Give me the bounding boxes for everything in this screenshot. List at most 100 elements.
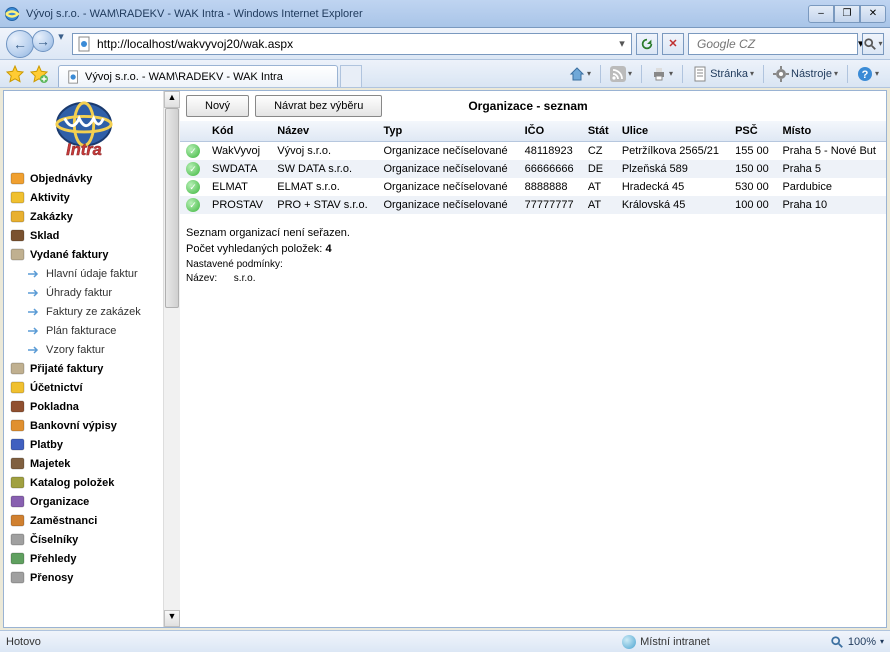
- scroll-up-button[interactable]: ▲: [164, 91, 180, 108]
- menu-icon: [10, 532, 25, 547]
- sidebar-item-p-ehledy[interactable]: Přehledy: [4, 549, 163, 568]
- column-header[interactable]: Typ: [377, 121, 518, 142]
- result-info: Seznam organizací není seřazen. Počet vy…: [180, 214, 886, 291]
- sidebar-item-katalog-polo-ek[interactable]: Katalog položek: [4, 473, 163, 492]
- cell-typ: Organizace nečíselované: [377, 178, 518, 196]
- sidebar-item-label: Majetek: [30, 458, 70, 470]
- sidebar-item-zak-zky[interactable]: Zakázky: [4, 207, 163, 226]
- sidebar-item-p-enosy[interactable]: Přenosy: [4, 568, 163, 587]
- scroll-thumb[interactable]: [165, 108, 179, 308]
- cell-stat: AT: [582, 178, 616, 196]
- column-header[interactable]: [180, 121, 206, 142]
- menu-icon: [10, 418, 25, 433]
- gear-icon: [773, 66, 789, 82]
- forward-button[interactable]: →: [32, 30, 54, 52]
- sidebar-item-label: Přenosy: [30, 572, 73, 584]
- cell-kod: ELMAT: [206, 178, 271, 196]
- sidebar-item-hlavn-daje-faktur[interactable]: Hlavní údaje faktur: [4, 264, 163, 283]
- sidebar-item-bankovn-v-pisy[interactable]: Bankovní výpisy: [4, 416, 163, 435]
- sidebar-item-faktury-ze-zak-zek[interactable]: Faktury ze zakázek: [4, 302, 163, 321]
- sidebar-item--seln-ky[interactable]: Číselníky: [4, 530, 163, 549]
- svg-text:Intra: Intra: [66, 141, 102, 159]
- address-bar[interactable]: ▾: [72, 33, 632, 55]
- favorites-icon[interactable]: [6, 65, 24, 83]
- help-icon: ?: [857, 66, 873, 82]
- rss-icon: [610, 66, 626, 82]
- status-ok-icon: ✓: [186, 162, 200, 176]
- sidebar-item-label: Hlavní údaje faktur: [46, 268, 138, 280]
- browser-tab[interactable]: Vývoj s.r.o. - WAM\RADEKV - WAK Intra: [58, 65, 338, 87]
- cell-nazev: PRO + STAV s.r.o.: [271, 196, 377, 214]
- cell-stat: DE: [582, 160, 616, 178]
- cell-stat: CZ: [582, 142, 616, 161]
- logo-box: Intra: [4, 91, 163, 169]
- cell-typ: Organizace nečíselované: [377, 142, 518, 161]
- cell-ico: 48118923: [519, 142, 582, 161]
- new-tab-button[interactable]: [340, 65, 362, 87]
- maximize-button[interactable]: ❐: [834, 5, 860, 23]
- scroll-down-button[interactable]: ▼: [164, 610, 180, 627]
- page-menu-button[interactable]: Stránka▾: [687, 63, 759, 85]
- sidebar-item--etnictv-[interactable]: Účetnictví: [4, 378, 163, 397]
- security-zone[interactable]: Místní intranet: [622, 635, 710, 649]
- cell-psc: 155 00: [729, 142, 776, 161]
- search-go-button[interactable]: ▾: [862, 33, 884, 55]
- column-header[interactable]: Místo: [776, 121, 886, 142]
- column-header[interactable]: Stát: [582, 121, 616, 142]
- table-row[interactable]: ✓PROSTAVPRO + STAV s.r.o.Organizace nečí…: [180, 196, 886, 214]
- return-without-selection-button[interactable]: Návrat bez výběru: [255, 95, 382, 117]
- sidebar-item-vydan-faktury[interactable]: Vydané faktury: [4, 245, 163, 264]
- arrow-icon: [26, 266, 41, 281]
- column-header[interactable]: Kód: [206, 121, 271, 142]
- minimize-button[interactable]: –: [808, 5, 834, 23]
- column-header[interactable]: Název: [271, 121, 377, 142]
- menu-icon: [10, 228, 25, 243]
- new-button[interactable]: Nový: [186, 95, 249, 117]
- sidebar-item-platby[interactable]: Platby: [4, 435, 163, 454]
- sidebar-item-organizace[interactable]: Organizace: [4, 492, 163, 511]
- table-row[interactable]: ✓ELMATELMAT s.r.o.Organizace nečíselovan…: [180, 178, 886, 196]
- back-button[interactable]: ←: [6, 30, 34, 58]
- close-button[interactable]: ✕: [860, 5, 886, 23]
- sidebar-item-label: Vzory faktur: [46, 344, 105, 356]
- column-header[interactable]: IČO: [519, 121, 582, 142]
- nav-history-dropdown[interactable]: ▾: [54, 30, 68, 58]
- sidebar-item-objedn-vky[interactable]: Objednávky: [4, 169, 163, 188]
- menu-icon: [10, 513, 25, 528]
- address-dropdown[interactable]: ▾: [613, 37, 631, 50]
- sidebar-item-zam-stnanci[interactable]: Zaměstnanci: [4, 511, 163, 530]
- sidebar-item--hrady-faktur[interactable]: Úhrady faktur: [4, 283, 163, 302]
- help-button[interactable]: ?▾: [852, 63, 884, 85]
- cell-nazev: ELMAT s.r.o.: [271, 178, 377, 196]
- toolrow: Vývoj s.r.o. - WAM\RADEKV - WAK Intra ▾ …: [0, 60, 890, 88]
- cell-misto: Praha 5: [776, 160, 886, 178]
- sidebar-item-sklad[interactable]: Sklad: [4, 226, 163, 245]
- sidebar-item-vzory-faktur[interactable]: Vzory faktur: [4, 340, 163, 359]
- status-text: Hotovo: [6, 636, 41, 648]
- tools-menu-button[interactable]: Nástroje▾: [768, 63, 843, 85]
- sidebar-item-p-ijat-faktury[interactable]: Přijaté faktury: [4, 359, 163, 378]
- stop-button[interactable]: ✕: [662, 33, 684, 55]
- address-input[interactable]: [97, 37, 613, 51]
- add-favorite-icon[interactable]: [30, 65, 48, 83]
- sidebar-item-pl-n-fakturace[interactable]: Plán fakturace: [4, 321, 163, 340]
- refresh-button[interactable]: [636, 33, 658, 55]
- zoom-control[interactable]: 100% ▾: [830, 635, 884, 649]
- table-row[interactable]: ✓WakVyvojVývoj s.r.o.Organizace nečíselo…: [180, 142, 886, 161]
- sidebar-item-pokladna[interactable]: Pokladna: [4, 397, 163, 416]
- cell-nazev: Vývoj s.r.o.: [271, 142, 377, 161]
- info-filter-value: s.r.o.: [234, 273, 256, 284]
- search-input[interactable]: [697, 37, 854, 51]
- search-box[interactable]: ▾: [688, 33, 858, 55]
- sidebar-scrollbar[interactable]: ▲ ▼: [163, 91, 180, 627]
- sidebar-item-aktivity[interactable]: Aktivity: [4, 188, 163, 207]
- table-row[interactable]: ✓SWDATASW DATA s.r.o.Organizace nečíselo…: [180, 160, 886, 178]
- feeds-button[interactable]: ▾: [605, 63, 637, 85]
- home-button[interactable]: ▾: [564, 63, 596, 85]
- column-header[interactable]: PSČ: [729, 121, 776, 142]
- page-title: Organizace - seznam: [468, 99, 587, 113]
- column-header[interactable]: Ulice: [616, 121, 729, 142]
- sidebar-item-label: Aktivity: [30, 192, 70, 204]
- sidebar-item-majetek[interactable]: Majetek: [4, 454, 163, 473]
- print-button[interactable]: ▾: [646, 63, 678, 85]
